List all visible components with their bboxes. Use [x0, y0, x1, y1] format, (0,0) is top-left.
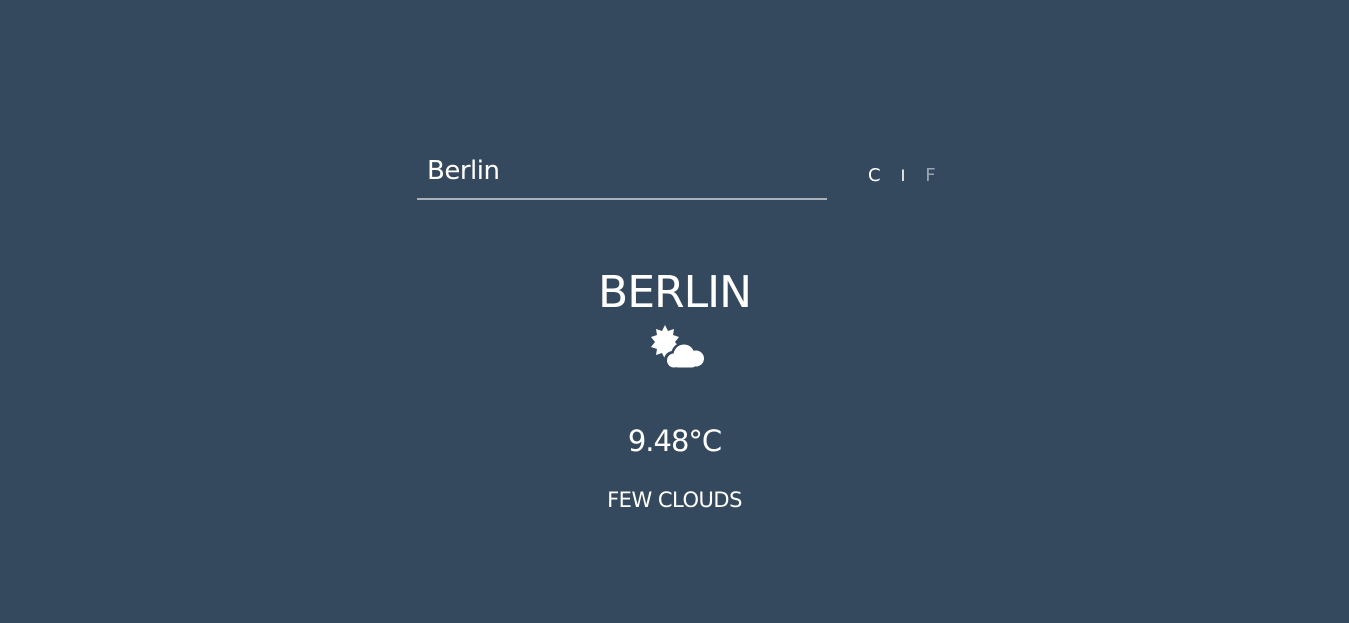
city-search-input[interactable] — [417, 146, 827, 196]
few-clouds-icon — [651, 325, 706, 369]
unit-toggle: C I F — [868, 162, 936, 188]
city-name: BERLIN — [598, 267, 752, 318]
unit-separator: I — [900, 165, 906, 185]
celsius-toggle[interactable]: C — [868, 165, 881, 186]
weather-description: FEW CLOUDS — [607, 488, 742, 512]
fahrenheit-toggle[interactable]: F — [925, 165, 935, 186]
weather-app: C I F BERLIN 9.48°C FEW CLOUDS — [0, 0, 1349, 623]
search-field — [417, 146, 827, 200]
temperature: 9.48°C — [627, 424, 722, 458]
